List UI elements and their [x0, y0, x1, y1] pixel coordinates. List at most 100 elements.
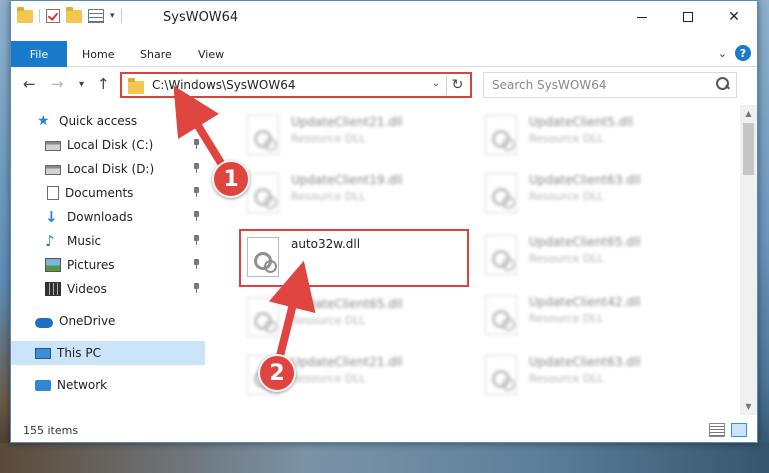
- tab-share[interactable]: Share: [140, 41, 172, 67]
- tab-home[interactable]: Home: [82, 41, 114, 67]
- dll-file-icon: [485, 295, 517, 335]
- pin-icon[interactable]: [191, 163, 201, 173]
- file-name: UpdateClient63.dll: [529, 355, 641, 369]
- disk-icon: [45, 165, 61, 175]
- sidebar-item-label: Local Disk (D:): [67, 162, 155, 176]
- search-icon[interactable]: [716, 77, 730, 91]
- pin-icon[interactable]: [191, 259, 201, 269]
- tab-file[interactable]: File: [11, 41, 67, 67]
- toolbar-separator: [39, 9, 40, 23]
- address-folder-icon: [128, 78, 144, 94]
- videos-icon: [45, 282, 61, 296]
- sidebar-item-quick-access[interactable]: ★ Quick access: [11, 109, 205, 133]
- file-type: Resource DLL: [529, 252, 604, 265]
- window-title: SysWOW64: [163, 10, 239, 25]
- file-name: UpdateClient63.dll: [529, 173, 641, 187]
- file-type: Resource DLL: [529, 372, 604, 385]
- file-item[interactable]: UpdateClient5.dll Resource DLL: [477, 109, 707, 161]
- file-item[interactable]: UpdateClient63.dll Resource DLL: [477, 167, 707, 219]
- pin-icon[interactable]: [191, 211, 201, 221]
- file-item[interactable]: UpdateClient65.dll Resource DLL: [477, 229, 707, 281]
- sidebar-item-label: Pictures: [67, 258, 115, 272]
- close-button[interactable]: ✕: [711, 1, 757, 33]
- file-highlight-box: [239, 229, 469, 287]
- sidebar-item-label: Music: [67, 234, 102, 248]
- dll-file-icon: [247, 297, 279, 337]
- properties-check-icon[interactable]: [46, 9, 60, 23]
- customize-toolbar-dropdown-icon[interactable]: ▾: [110, 11, 115, 21]
- sidebar-item-label: Documents: [65, 186, 134, 200]
- search-box[interactable]: Search SysWOW64: [483, 72, 737, 98]
- large-icons-view-icon[interactable]: [731, 423, 747, 437]
- folder-icon[interactable]: [17, 6, 33, 23]
- file-item[interactable]: UpdateClient42.dll Resource DLL: [477, 289, 707, 341]
- recent-locations-dropdown-icon[interactable]: ▾: [79, 79, 84, 90]
- up-arrow-icon[interactable]: ↑: [97, 75, 110, 93]
- file-name: UpdateClient65.dll: [529, 235, 641, 249]
- back-arrow-icon[interactable]: ←: [23, 75, 36, 93]
- file-item[interactable]: UpdateClient65.dll Resource DLL: [239, 291, 469, 343]
- file-type: Resource DLL: [529, 312, 604, 325]
- star-icon: ★: [37, 113, 50, 129]
- sidebar-item-label: This PC: [57, 346, 101, 360]
- quick-access-toolbar: ▾: [17, 6, 122, 23]
- sidebar-item-onedrive[interactable]: OneDrive: [11, 309, 205, 333]
- file-item[interactable]: UpdateClient21.dll Resource DLL: [239, 109, 469, 161]
- dll-file-icon: [485, 235, 517, 275]
- forward-arrow-icon[interactable]: →: [51, 75, 64, 93]
- file-name: UpdateClient5.dll: [529, 115, 633, 129]
- maximize-icon: [683, 12, 693, 22]
- scroll-up-arrow-icon[interactable]: ▲: [740, 105, 757, 122]
- expand-ribbon-chevron-icon[interactable]: ⌄: [718, 47, 727, 60]
- file-type: Resource DLL: [291, 132, 366, 145]
- address-bar[interactable]: C:\Windows\SysWOW64 ⌄ ↻: [120, 72, 472, 98]
- onedrive-icon: [35, 317, 53, 328]
- view-toggle: [709, 423, 747, 437]
- sidebar-item-downloads[interactable]: ↓ Downloads: [11, 205, 205, 229]
- file-type: Resource DLL: [529, 132, 604, 145]
- pictures-icon: [45, 258, 61, 272]
- sidebar-item-this-pc[interactable]: This PC: [11, 341, 205, 365]
- desktop-background-right: [758, 0, 769, 473]
- address-path[interactable]: C:\Windows\SysWOW64: [152, 78, 296, 92]
- file-type: Resource DLL: [291, 190, 366, 203]
- file-type: Resource DLL: [529, 190, 604, 203]
- pin-icon[interactable]: [191, 139, 201, 149]
- sidebar-item-label: Downloads: [67, 210, 133, 224]
- file-type: Resource DLL: [291, 372, 366, 385]
- toolbar-separator: [120, 9, 122, 23]
- help-icon[interactable]: ?: [735, 45, 751, 61]
- sidebar-item-local-disk-d[interactable]: Local Disk (D:): [11, 157, 205, 181]
- sidebar-item-documents[interactable]: Documents: [11, 181, 205, 205]
- dll-file-icon: [247, 173, 279, 213]
- new-folder-icon[interactable]: [66, 6, 82, 23]
- tab-view[interactable]: View: [198, 41, 224, 67]
- properties-icon[interactable]: [88, 9, 104, 23]
- sidebar-item-label: Local Disk (C:): [67, 138, 154, 152]
- minimize-button[interactable]: [619, 1, 665, 33]
- this-pc-icon: [35, 347, 51, 359]
- file-name: UpdateClient19.dll: [291, 173, 403, 187]
- vertical-scrollbar[interactable]: ▲ ▼: [740, 105, 757, 415]
- sidebar-item-pictures[interactable]: Pictures: [11, 253, 205, 277]
- network-icon: [35, 379, 51, 391]
- pin-icon[interactable]: [191, 235, 201, 245]
- scroll-down-arrow-icon[interactable]: ▼: [740, 398, 757, 415]
- maximize-button[interactable]: [665, 1, 711, 33]
- item-count: 155 items: [23, 424, 79, 437]
- sidebar-item-music[interactable]: ♪ Music: [11, 229, 205, 253]
- file-item[interactable]: UpdateClient19.dll Resource DLL: [239, 167, 469, 219]
- sidebar-item-videos[interactable]: Videos: [11, 277, 205, 301]
- search-placeholder: Search SysWOW64: [492, 78, 607, 92]
- pin-icon[interactable]: [191, 283, 201, 293]
- scrollbar-thumb[interactable]: [743, 123, 754, 175]
- music-icon: ♪: [45, 232, 55, 250]
- refresh-icon[interactable]: ↻: [446, 75, 468, 95]
- sidebar-item-network[interactable]: Network: [11, 373, 205, 397]
- details-view-icon[interactable]: [709, 423, 725, 437]
- step-1-badge: 1: [212, 160, 250, 198]
- file-item[interactable]: UpdateClient63.dll Resource DLL: [477, 349, 707, 401]
- address-history-chevron-icon[interactable]: ⌄: [432, 78, 440, 89]
- pin-icon[interactable]: [191, 187, 201, 197]
- sidebar-item-local-disk-c[interactable]: Local Disk (C:): [11, 133, 205, 157]
